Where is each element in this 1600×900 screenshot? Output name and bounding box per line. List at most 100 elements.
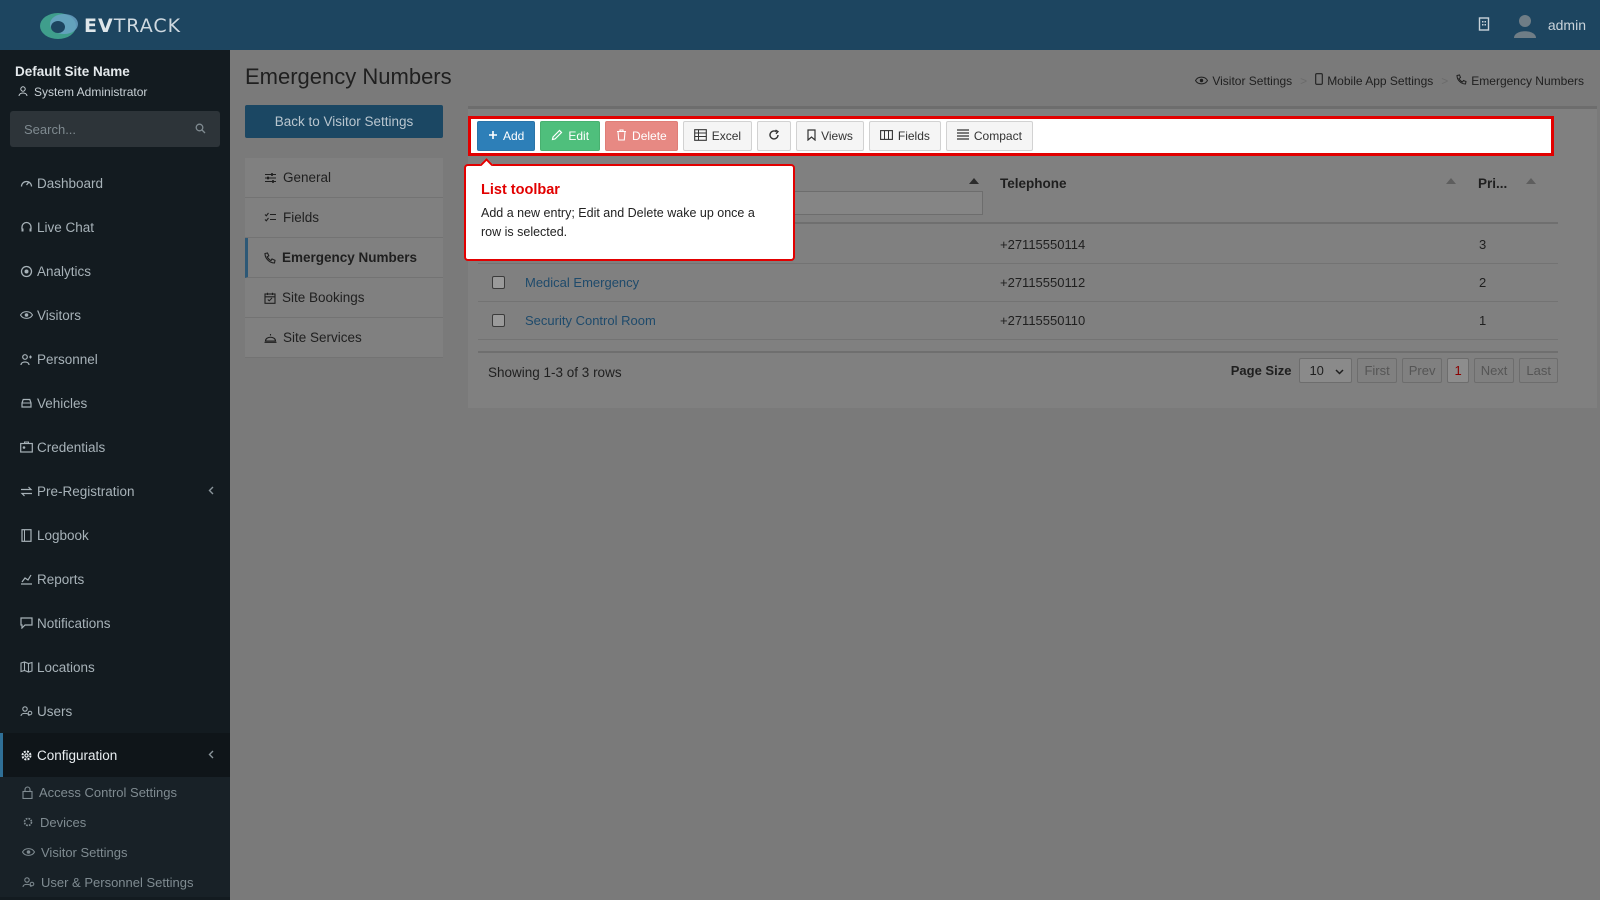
car-icon (19, 396, 33, 410)
sidebar-item-label: Pre-Registration (37, 483, 135, 499)
device-icon (22, 816, 34, 828)
main-content: Emergency Numbers Visitor Settings > Mob… (230, 50, 1600, 900)
sidebar: Default Site Name System Administrator S… (0, 50, 230, 900)
row-name-link[interactable]: Medical Emergency (525, 275, 639, 290)
settings-menu-label: Site Bookings (282, 290, 365, 305)
breadcrumb-mobile-app-settings[interactable]: Mobile App Settings (1315, 73, 1433, 88)
row-priority: 1 (1479, 313, 1487, 328)
column-telephone[interactable]: Telephone (1000, 176, 1067, 191)
sidebar-item-label: Analytics (37, 263, 92, 279)
prev-page-button[interactable]: Prev (1401, 358, 1443, 383)
sidebar-item-visitors[interactable]: Visitors (0, 293, 230, 337)
settings-menu-general[interactable]: General (245, 158, 443, 198)
sidebar-item-vehicles[interactable]: Vehicles (0, 381, 230, 425)
eye-icon (1195, 74, 1209, 88)
sidebar-item-personnel[interactable]: Personnel (0, 337, 230, 381)
column-priority[interactable]: Pri... (1478, 176, 1507, 191)
table-row[interactable]: Medical Emergency +27115550112 2 (478, 264, 1558, 302)
sort-name-icon[interactable] (969, 178, 979, 184)
sidebar-item-locations[interactable]: Locations (0, 645, 230, 689)
chevron-down-icon (1335, 363, 1344, 378)
row-priority: 2 (1479, 275, 1487, 290)
sidebar-subitem-visitor-settings[interactable]: Visitor Settings (0, 837, 230, 867)
search-icon[interactable] (195, 122, 206, 137)
sidebar-item-dashboard[interactable]: Dashboard (0, 161, 230, 205)
sidebar-item-notifications[interactable]: Notifications (0, 601, 230, 645)
sidebar-search-input[interactable]: Search... (10, 111, 220, 147)
sidebar-item-reports[interactable]: Reports (0, 557, 230, 601)
user-menu[interactable]: admin (1512, 12, 1586, 38)
username: admin (1547, 17, 1586, 33)
sidebar-item-analytics[interactable]: Analytics (0, 249, 230, 293)
breadcrumb: Visitor Settings > Mobile App Settings >… (1195, 73, 1584, 88)
last-page-button[interactable]: Last (1519, 358, 1558, 383)
logo-mark-icon (38, 11, 82, 41)
back-to-visitor-settings-button[interactable]: Back to Visitor Settings (245, 105, 443, 138)
spreadsheet-icon (693, 128, 707, 144)
sidebar-subitem-label: Devices (40, 814, 87, 830)
sidebar-subitem-user-personnel-settings[interactable]: User & Personnel Settings (0, 867, 230, 897)
row-checkbox[interactable] (492, 314, 505, 327)
table-row[interactable]: Security Control Room +27115550110 1 (478, 302, 1558, 340)
refresh-button[interactable] (757, 121, 792, 151)
settings-menu-emergency-numbers[interactable]: Emergency Numbers (245, 238, 443, 278)
chart-icon (19, 572, 33, 586)
breadcrumb-visitor-settings[interactable]: Visitor Settings (1195, 74, 1292, 88)
headset-icon (19, 220, 33, 234)
page-size-select[interactable]: 10 (1299, 358, 1353, 383)
sidebar-item-pre-registration[interactable]: Pre-Registration (0, 469, 230, 513)
add-button[interactable]: Add (477, 121, 536, 151)
sort-telephone-icon[interactable] (1446, 178, 1456, 184)
sidebar-item-label: Dashboard (37, 175, 104, 191)
sidebar-item-label: Live Chat (37, 219, 95, 235)
first-page-button[interactable]: First (1357, 358, 1397, 383)
bell-icon (264, 332, 277, 343)
fields-label: Fields (897, 129, 930, 143)
sidebar-item-label: Credentials (37, 439, 106, 455)
settings-menu-fields[interactable]: Fields (245, 198, 443, 238)
fields-button[interactable]: Fields (868, 121, 941, 151)
book-icon (19, 528, 33, 542)
sidebar-subitem-devices[interactable]: Devices (0, 807, 230, 837)
sidebar-item-label: Locations (37, 659, 95, 675)
map-icon (19, 660, 33, 674)
sort-priority-icon[interactable] (1526, 178, 1536, 184)
gear-icon (19, 748, 33, 762)
compact-button[interactable]: Compact (945, 121, 1033, 151)
chevron-left-icon[interactable] (208, 748, 214, 762)
table-footer: Showing 1-3 of 3 rows Page Size 10 First… (478, 351, 1558, 391)
settings-menu-site-bookings[interactable]: Site Bookings (245, 278, 443, 318)
settings-menu-label: Site Services (283, 330, 362, 345)
sidebar-item-credentials[interactable]: Credentials (0, 425, 230, 469)
sidebar-item-label: Reports (37, 571, 85, 587)
settings-menu-site-services[interactable]: Site Services (245, 318, 443, 358)
phone-icon (264, 251, 276, 264)
chevron-left-icon[interactable] (208, 484, 214, 498)
edit-button[interactable]: Edit (540, 121, 601, 151)
current-page-button[interactable]: 1 (1447, 358, 1469, 383)
sidebar-subitem-access-control-settings[interactable]: Access Control Settings (0, 777, 230, 807)
columns-icon (879, 129, 893, 143)
sidebar-item-label: Logbook (37, 527, 89, 543)
role-label: System Administrator (34, 85, 148, 99)
sidebar-item-users[interactable]: Users (0, 689, 230, 733)
row-name-link[interactable]: Security Control Room (525, 313, 656, 328)
evtrack-logo[interactable]: EVTRACK (38, 10, 181, 42)
compact-lines-icon (956, 129, 969, 143)
settings-menu-label: General (283, 170, 332, 185)
page-size-label: Page Size (1230, 363, 1292, 378)
views-label: Views (821, 129, 853, 143)
next-page-button[interactable]: Next (1473, 358, 1515, 383)
building-icon[interactable] (1478, 16, 1490, 34)
row-checkbox[interactable] (492, 276, 505, 289)
sidebar-item-live-chat[interactable]: Live Chat (0, 205, 230, 249)
sidebar-item-configuration[interactable]: Configuration (0, 733, 230, 777)
views-button[interactable]: Views (796, 121, 864, 151)
sidebar-item-label: Configuration (37, 747, 118, 763)
sidebar-item-logbook[interactable]: Logbook (0, 513, 230, 557)
excel-button[interactable]: Excel (682, 121, 753, 151)
avatar (1512, 12, 1538, 38)
delete-button[interactable]: Delete (605, 121, 678, 151)
phone-icon (1456, 73, 1467, 88)
users-icon (22, 876, 35, 888)
